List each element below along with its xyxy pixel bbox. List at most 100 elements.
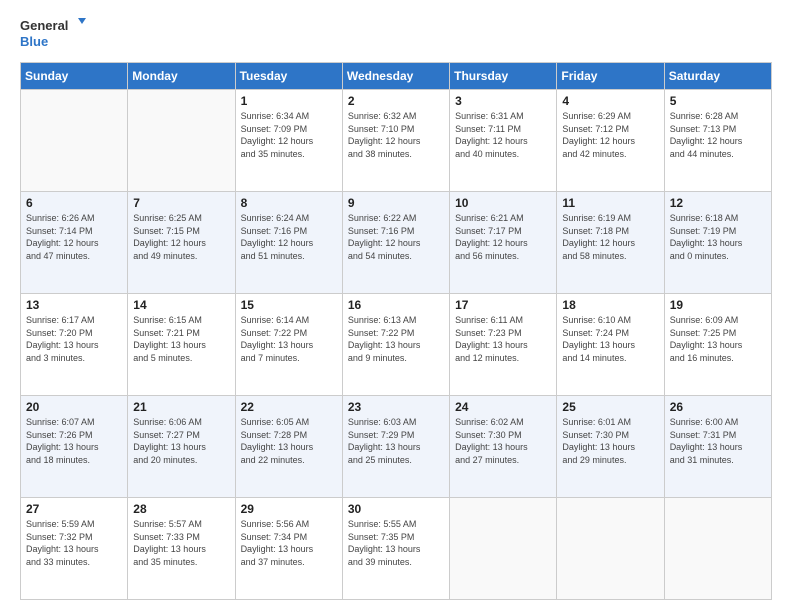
calendar-cell xyxy=(557,498,664,600)
calendar-cell: 30 Sunrise: 5:55 AM Sunset: 7:35 PM Dayli… xyxy=(342,498,449,600)
day-number: 23 xyxy=(348,400,444,414)
day-info: Sunrise: 6:32 AM Sunset: 7:10 PM Dayligh… xyxy=(348,110,444,160)
page: General Blue SundayMondayTuesdayWednesda… xyxy=(0,0,792,612)
day-number: 1 xyxy=(241,94,337,108)
day-info: Sunrise: 5:57 AM Sunset: 7:33 PM Dayligh… xyxy=(133,518,229,568)
calendar-cell: 28 Sunrise: 5:57 AM Sunset: 7:33 PM Dayli… xyxy=(128,498,235,600)
day-number: 7 xyxy=(133,196,229,210)
weekday-header-friday: Friday xyxy=(557,63,664,90)
day-number: 22 xyxy=(241,400,337,414)
day-info: Sunrise: 6:05 AM Sunset: 7:28 PM Dayligh… xyxy=(241,416,337,466)
calendar-cell: 2 Sunrise: 6:32 AM Sunset: 7:10 PM Daylig… xyxy=(342,90,449,192)
day-info: Sunrise: 6:06 AM Sunset: 7:27 PM Dayligh… xyxy=(133,416,229,466)
day-info: Sunrise: 6:01 AM Sunset: 7:30 PM Dayligh… xyxy=(562,416,658,466)
day-number: 4 xyxy=(562,94,658,108)
day-info: Sunrise: 6:00 AM Sunset: 7:31 PM Dayligh… xyxy=(670,416,766,466)
day-number: 5 xyxy=(670,94,766,108)
calendar-cell: 6 Sunrise: 6:26 AM Sunset: 7:14 PM Daylig… xyxy=(21,192,128,294)
day-info: Sunrise: 6:02 AM Sunset: 7:30 PM Dayligh… xyxy=(455,416,551,466)
calendar-cell: 25 Sunrise: 6:01 AM Sunset: 7:30 PM Dayli… xyxy=(557,396,664,498)
day-number: 18 xyxy=(562,298,658,312)
day-number: 8 xyxy=(241,196,337,210)
weekday-header-monday: Monday xyxy=(128,63,235,90)
calendar-cell: 23 Sunrise: 6:03 AM Sunset: 7:29 PM Dayli… xyxy=(342,396,449,498)
day-info: Sunrise: 6:24 AM Sunset: 7:16 PM Dayligh… xyxy=(241,212,337,262)
day-number: 25 xyxy=(562,400,658,414)
day-number: 12 xyxy=(670,196,766,210)
day-info: Sunrise: 5:56 AM Sunset: 7:34 PM Dayligh… xyxy=(241,518,337,568)
calendar-cell: 15Sunrise: 6:14 AM Sunset: 7:22 PM Dayli… xyxy=(235,294,342,396)
day-number: 28 xyxy=(133,502,229,516)
day-number: 21 xyxy=(133,400,229,414)
day-info: Sunrise: 6:18 AM Sunset: 7:19 PM Dayligh… xyxy=(670,212,766,262)
calendar-cell: 16 Sunrise: 6:13 AM Sunset: 7:22 PM Dayli… xyxy=(342,294,449,396)
day-number: 9 xyxy=(348,196,444,210)
day-info: Sunrise: 6:07 AM Sunset: 7:26 PM Dayligh… xyxy=(26,416,122,466)
header: General Blue xyxy=(20,16,772,52)
svg-text:Blue: Blue xyxy=(20,34,48,49)
day-info: Sunrise: 6:15 AM Sunset: 7:21 PM Dayligh… xyxy=(133,314,229,364)
calendar-cell: 4 Sunrise: 6:29 AM Sunset: 7:12 PM Daylig… xyxy=(557,90,664,192)
day-number: 14 xyxy=(133,298,229,312)
day-info: Sunrise: 6:26 AM Sunset: 7:14 PM Dayligh… xyxy=(26,212,122,262)
weekday-header-tuesday: Tuesday xyxy=(235,63,342,90)
logo: General Blue xyxy=(20,16,90,52)
day-number: 29 xyxy=(241,502,337,516)
calendar-cell: 21 Sunrise: 6:06 AM Sunset: 7:27 PM Dayli… xyxy=(128,396,235,498)
logo-svg: General Blue xyxy=(20,16,90,52)
day-number: 17 xyxy=(455,298,551,312)
calendar-cell xyxy=(450,498,557,600)
calendar-cell: 27Sunrise: 5:59 AM Sunset: 7:32 PM Dayli… xyxy=(21,498,128,600)
calendar-table: SundayMondayTuesdayWednesdayThursdayFrid… xyxy=(20,62,772,600)
calendar-week-row: 27Sunrise: 5:59 AM Sunset: 7:32 PM Dayli… xyxy=(21,498,772,600)
day-number: 13 xyxy=(26,298,122,312)
calendar-cell: 24 Sunrise: 6:02 AM Sunset: 7:30 PM Dayli… xyxy=(450,396,557,498)
day-info: Sunrise: 6:25 AM Sunset: 7:15 PM Dayligh… xyxy=(133,212,229,262)
svg-text:General: General xyxy=(20,18,68,33)
calendar-cell: 9 Sunrise: 6:22 AM Sunset: 7:16 PM Daylig… xyxy=(342,192,449,294)
calendar-cell: 17 Sunrise: 6:11 AM Sunset: 7:23 PM Dayli… xyxy=(450,294,557,396)
calendar-cell: 7 Sunrise: 6:25 AM Sunset: 7:15 PM Daylig… xyxy=(128,192,235,294)
calendar-cell: 19Sunrise: 6:09 AM Sunset: 7:25 PM Dayli… xyxy=(664,294,771,396)
day-number: 15 xyxy=(241,298,337,312)
calendar-week-row: 20 Sunrise: 6:07 AM Sunset: 7:26 PM Dayli… xyxy=(21,396,772,498)
day-number: 30 xyxy=(348,502,444,516)
calendar-cell: 13 Sunrise: 6:17 AM Sunset: 7:20 PM Dayli… xyxy=(21,294,128,396)
calendar-cell: 3Sunrise: 6:31 AM Sunset: 7:11 PM Daylig… xyxy=(450,90,557,192)
calendar-cell: 11 Sunrise: 6:19 AM Sunset: 7:18 PM Dayli… xyxy=(557,192,664,294)
day-number: 16 xyxy=(348,298,444,312)
day-number: 26 xyxy=(670,400,766,414)
day-info: Sunrise: 5:55 AM Sunset: 7:35 PM Dayligh… xyxy=(348,518,444,568)
weekday-header-saturday: Saturday xyxy=(664,63,771,90)
day-number: 3 xyxy=(455,94,551,108)
weekday-header-thursday: Thursday xyxy=(450,63,557,90)
weekday-header-wednesday: Wednesday xyxy=(342,63,449,90)
calendar-cell xyxy=(664,498,771,600)
calendar-cell: 26 Sunrise: 6:00 AM Sunset: 7:31 PM Dayli… xyxy=(664,396,771,498)
day-number: 24 xyxy=(455,400,551,414)
calendar-cell: 29 Sunrise: 5:56 AM Sunset: 7:34 PM Dayli… xyxy=(235,498,342,600)
calendar-week-row: 13 Sunrise: 6:17 AM Sunset: 7:20 PM Dayli… xyxy=(21,294,772,396)
day-info: Sunrise: 6:11 AM Sunset: 7:23 PM Dayligh… xyxy=(455,314,551,364)
day-info: Sunrise: 6:22 AM Sunset: 7:16 PM Dayligh… xyxy=(348,212,444,262)
calendar-cell xyxy=(21,90,128,192)
day-number: 19 xyxy=(670,298,766,312)
day-number: 10 xyxy=(455,196,551,210)
calendar-cell: 8 Sunrise: 6:24 AM Sunset: 7:16 PM Daylig… xyxy=(235,192,342,294)
day-number: 2 xyxy=(348,94,444,108)
day-info: Sunrise: 6:21 AM Sunset: 7:17 PM Dayligh… xyxy=(455,212,551,262)
day-info: Sunrise: 6:19 AM Sunset: 7:18 PM Dayligh… xyxy=(562,212,658,262)
day-info: Sunrise: 6:03 AM Sunset: 7:29 PM Dayligh… xyxy=(348,416,444,466)
calendar-cell: 14 Sunrise: 6:15 AM Sunset: 7:21 PM Dayli… xyxy=(128,294,235,396)
calendar-cell: 1Sunrise: 6:34 AM Sunset: 7:09 PM Daylig… xyxy=(235,90,342,192)
calendar-cell: 10 Sunrise: 6:21 AM Sunset: 7:17 PM Dayli… xyxy=(450,192,557,294)
day-number: 6 xyxy=(26,196,122,210)
day-number: 11 xyxy=(562,196,658,210)
calendar-cell: 22 Sunrise: 6:05 AM Sunset: 7:28 PM Dayli… xyxy=(235,396,342,498)
day-info: Sunrise: 6:17 AM Sunset: 7:20 PM Dayligh… xyxy=(26,314,122,364)
day-number: 20 xyxy=(26,400,122,414)
day-number: 27 xyxy=(26,502,122,516)
day-info: Sunrise: 6:29 AM Sunset: 7:12 PM Dayligh… xyxy=(562,110,658,160)
day-info: Sunrise: 6:13 AM Sunset: 7:22 PM Dayligh… xyxy=(348,314,444,364)
calendar-cell xyxy=(128,90,235,192)
